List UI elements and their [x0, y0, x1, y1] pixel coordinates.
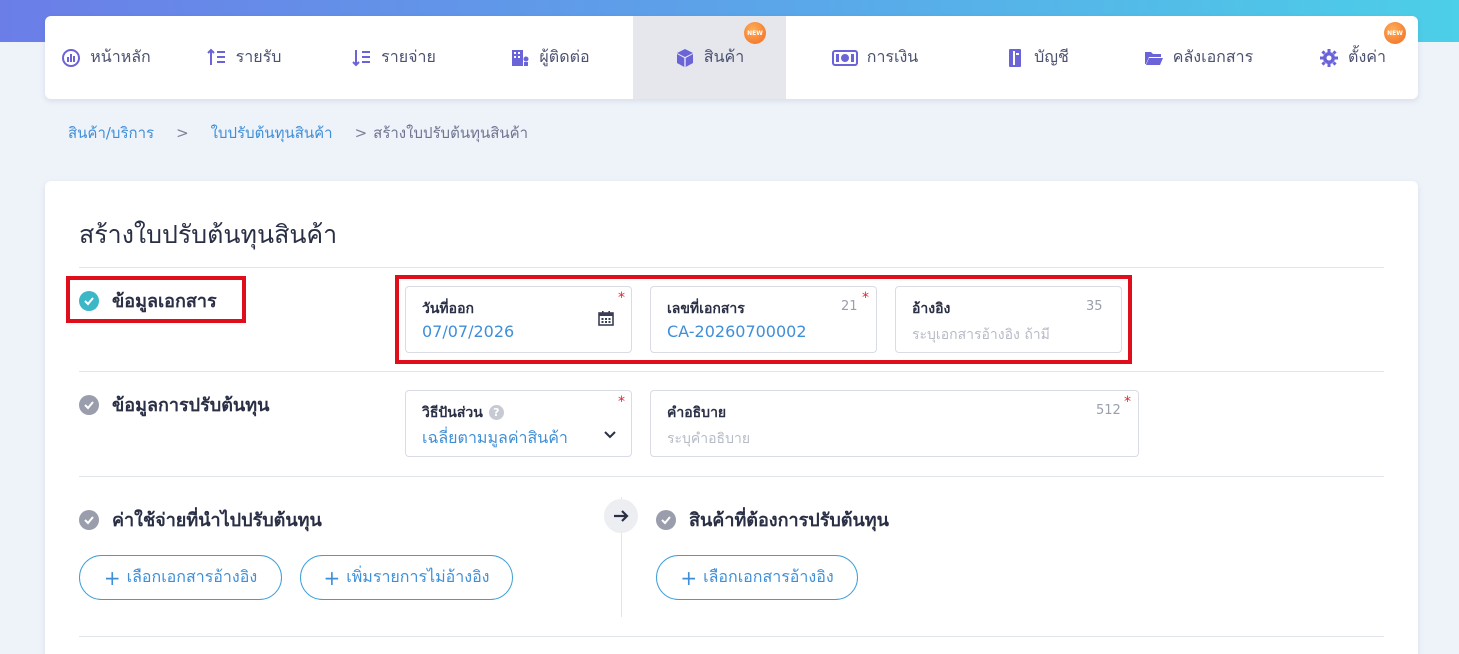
doc-number-value[interactable]: CA-20260700002 — [667, 322, 807, 341]
breadcrumb: สินค้า/บริการ > ใบปรับต้นทุนสินค้า > สร้… — [68, 122, 528, 144]
nav-label-settings: ตั้งค่า — [1348, 47, 1386, 66]
char-counter: 21 — [841, 299, 858, 314]
main-nav: หน้าหลัก รายรับ รายจ่าย ผู้ติดต่อ สินค้า… — [45, 16, 1418, 99]
required-mark: * — [1124, 394, 1131, 410]
field-label: คำอธิบาย — [667, 405, 727, 421]
char-counter: 512 — [1096, 403, 1121, 418]
divider — [79, 371, 1384, 372]
income-sort-icon — [206, 48, 227, 68]
products-select-reference-button[interactable]: + เลือกเอกสารอ้างอิง — [656, 555, 858, 600]
plus-icon: + — [323, 565, 341, 590]
divider — [79, 267, 1384, 268]
check-circle-icon — [79, 394, 99, 415]
nav-label-income: รายรับ — [235, 47, 282, 66]
check-circle-icon — [79, 290, 99, 311]
breadcrumb-separator: > — [176, 124, 189, 142]
nav-label-home: หน้าหลัก — [90, 47, 151, 66]
breadcrumb-separator: > — [354, 124, 368, 142]
section-title: ข้อมูลเอกสาร — [112, 291, 217, 312]
page-title: สร้างใบปรับต้นทุนสินค้า — [79, 220, 338, 249]
chevron-down-icon[interactable] — [603, 427, 617, 441]
button-label: เลือกเอกสารอ้างอิง — [703, 567, 834, 586]
allocation-method-select[interactable]: วิธีปันส่วน? * เฉลี่ยตามมูลค่าสินค้า — [405, 390, 632, 457]
issue-date-value[interactable]: 07/07/2026 — [422, 322, 514, 341]
nav-item-products[interactable]: สินค้า NEW — [633, 16, 786, 99]
nav-label-expense: รายจ่าย — [381, 47, 436, 66]
plus-icon: + — [680, 565, 698, 590]
plus-icon: + — [103, 565, 121, 590]
section-expenses: ค่าใช้จ่ายที่นำไปปรับต้นทุน — [79, 505, 322, 534]
section-products: สินค้าที่ต้องการปรับต้นทุน — [656, 505, 889, 534]
folder-open-icon — [1144, 48, 1164, 68]
nav-item-settings[interactable]: ตั้งค่า NEW — [1287, 16, 1418, 99]
nav-item-expense[interactable]: รายจ่าย — [321, 16, 467, 99]
doc-number-field[interactable]: เลขที่เอกสาร 21 * CA-20260700002 — [650, 286, 877, 353]
nav-item-home[interactable]: หน้าหลัก — [45, 16, 167, 99]
nav-item-income[interactable]: รายรับ — [167, 16, 321, 99]
new-badge: NEW — [744, 22, 766, 44]
nav-label-contacts: ผู้ติดต่อ — [539, 47, 590, 66]
gear-icon — [1319, 48, 1339, 68]
char-counter: 35 — [1086, 299, 1103, 314]
help-icon[interactable]: ? — [488, 405, 504, 420]
reference-field[interactable]: อ้างอิง 35 ระบุเอกสารอ้างอิง ถ้ามี — [895, 286, 1122, 353]
allocation-method-value[interactable]: เฉลี่ยตามมูลค่าสินค้า — [422, 426, 568, 451]
add-unreferenced-item-button[interactable]: + เพิ่มรายการไม่อ้างอิง — [300, 555, 513, 600]
issue-date-field[interactable]: วันที่ออก * 07/07/2026 — [405, 286, 632, 353]
section-adjust-info: ข้อมูลการปรับต้นทุน — [79, 390, 269, 419]
breadcrumb-cost-adjustments[interactable]: ใบปรับต้นทุนสินค้า — [211, 121, 333, 145]
description-field[interactable]: คำอธิบาย 512 * ระบุคำอธิบาย — [650, 390, 1139, 457]
field-label: วิธีปันส่วน? — [422, 402, 504, 424]
description-input[interactable]: ระบุคำอธิบาย — [667, 428, 750, 450]
breadcrumb-current: สร้างใบปรับต้นทุนสินค้า — [373, 124, 529, 142]
nav-item-contacts[interactable]: ผู้ติดต่อ — [467, 16, 633, 99]
breadcrumb-products-services[interactable]: สินค้า/บริการ — [68, 121, 154, 145]
section-document-info: ข้อมูลเอกสาร — [79, 286, 217, 315]
button-label: เพิ่มรายการไม่อ้างอิง — [346, 567, 490, 586]
nav-item-accounting[interactable]: บัญชี — [964, 16, 1110, 99]
calendar-icon[interactable] — [598, 310, 614, 326]
nav-label-accounting: บัญชี — [1034, 47, 1069, 66]
section-title: สินค้าที่ต้องการปรับต้นทุน — [689, 510, 889, 531]
product-box-icon — [675, 48, 695, 68]
account-book-icon — [1005, 48, 1025, 68]
expenses-select-reference-button[interactable]: + เลือกเอกสารอ้างอิง — [79, 555, 282, 600]
nav-label-documents: คลังเอกสาร — [1172, 47, 1254, 66]
nav-item-finance[interactable]: การเงิน — [786, 16, 964, 99]
field-label: อ้างอิง — [912, 301, 951, 317]
required-mark: * — [618, 394, 625, 410]
divider — [79, 636, 1384, 637]
check-circle-icon — [79, 509, 99, 530]
section-title: ค่าใช้จ่ายที่นำไปปรับต้นทุน — [112, 510, 322, 531]
field-label: วันที่ออก — [422, 301, 474, 317]
nav-item-documents[interactable]: คลังเอกสาร — [1110, 16, 1287, 99]
reference-input[interactable]: ระบุเอกสารอ้างอิง ถ้ามี — [912, 324, 1050, 346]
section-title: ข้อมูลการปรับต้นทุน — [112, 395, 270, 416]
allocation-method-label: วิธีปันส่วน — [422, 405, 483, 421]
field-label: เลขที่เอกสาร — [667, 301, 745, 317]
required-mark: * — [862, 290, 869, 306]
contacts-building-icon — [510, 48, 530, 68]
arrow-right-icon — [604, 499, 638, 533]
new-badge: NEW — [1384, 22, 1406, 44]
money-bill-icon — [831, 48, 858, 68]
required-mark: * — [618, 290, 625, 306]
button-label: เลือกเอกสารอ้างอิง — [126, 567, 258, 586]
dashboard-gauge-icon — [61, 48, 81, 68]
nav-label-finance: การเงิน — [866, 47, 919, 66]
divider — [79, 476, 1384, 477]
nav-label-products: สินค้า — [703, 47, 745, 66]
check-circle-icon — [656, 509, 676, 530]
expense-sort-icon — [352, 48, 372, 68]
